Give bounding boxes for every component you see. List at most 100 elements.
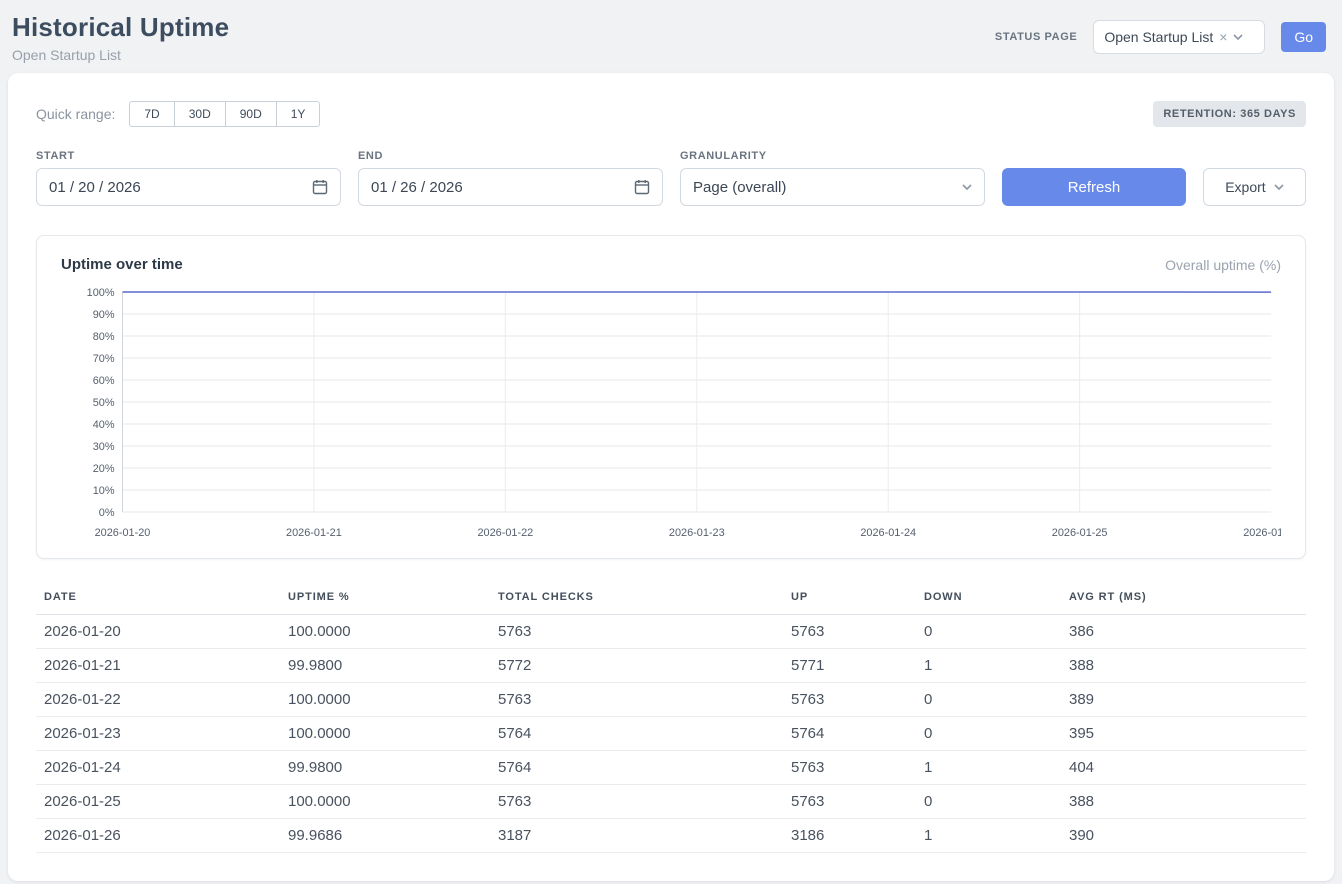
quick-range-1y-button[interactable]: 1Y: [276, 101, 321, 127]
table-cell: 100.0000: [280, 717, 490, 751]
quick-range-wrap: Quick range: 7D30D90D1Y: [36, 101, 320, 127]
granularity-label: GRANULARITY: [680, 150, 985, 162]
quick-range-group: 7D30D90D1Y: [129, 101, 320, 127]
svg-text:2026-01-24: 2026-01-24: [860, 527, 916, 539]
table-cell: 5771: [783, 649, 916, 683]
filter-form-row: START 01 / 20 / 2026 END 01 / 26 / 2026: [36, 150, 1306, 206]
svg-text:100%: 100%: [87, 287, 115, 299]
page-subtitle: Open Startup List: [12, 47, 229, 63]
table-cell: 1: [916, 751, 1061, 785]
column-header: DOWN: [916, 583, 1061, 615]
quick-range-30d-button[interactable]: 30D: [174, 101, 226, 127]
chevron-down-icon: [962, 182, 972, 192]
main-panel: Quick range: 7D30D90D1Y RETENTION: 365 D…: [8, 73, 1334, 881]
table-cell: 5772: [490, 649, 783, 683]
uptime-chart-card: Uptime over time Overall uptime (%) 0%10…: [36, 235, 1306, 559]
table-cell: 0: [916, 615, 1061, 649]
status-page-selected-value: Open Startup List: [1104, 29, 1213, 45]
table-cell: 2026-01-24: [36, 751, 280, 785]
svg-text:10%: 10%: [93, 485, 115, 497]
column-header: AVG RT (MS): [1061, 583, 1306, 615]
granularity-selected-value: Page (overall): [693, 179, 786, 196]
svg-text:20%: 20%: [93, 463, 115, 475]
table-cell: 5763: [783, 751, 916, 785]
table-row: 2026-01-2499.9800576457631404: [36, 751, 1306, 785]
table-cell: 99.9686: [280, 819, 490, 853]
table-cell: 100.0000: [280, 785, 490, 819]
table-row: 2026-01-2199.9800577257711388: [36, 649, 1306, 683]
refresh-button[interactable]: Refresh: [1002, 168, 1186, 206]
table-body: 2026-01-20100.00005763576303862026-01-21…: [36, 615, 1306, 853]
chart-legend: Overall uptime (%): [1165, 257, 1281, 273]
go-button[interactable]: Go: [1281, 22, 1326, 52]
title-block: Historical Uptime Open Startup List: [12, 12, 229, 63]
chevron-down-icon: [1233, 32, 1243, 42]
quick-range-7d-button[interactable]: 7D: [129, 101, 174, 127]
start-date-input[interactable]: 01 / 20 / 2026: [36, 168, 341, 206]
svg-text:90%: 90%: [93, 309, 115, 321]
status-page-label: STATUS PAGE: [995, 31, 1077, 43]
status-page-select[interactable]: Open Startup List ×: [1093, 20, 1265, 54]
svg-text:60%: 60%: [93, 375, 115, 387]
table-cell: 0: [916, 683, 1061, 717]
end-date-value: 01 / 26 / 2026: [371, 179, 463, 196]
end-date-input[interactable]: 01 / 26 / 2026: [358, 168, 663, 206]
table-cell: 3186: [783, 819, 916, 853]
table-cell: 5764: [490, 751, 783, 785]
svg-text:2026-01-25: 2026-01-25: [1052, 527, 1108, 539]
table-row: 2026-01-20100.0000576357630386: [36, 615, 1306, 649]
table-cell: 100.0000: [280, 683, 490, 717]
table-cell: 0: [916, 785, 1061, 819]
svg-text:30%: 30%: [93, 441, 115, 453]
table-cell: 2026-01-22: [36, 683, 280, 717]
svg-text:80%: 80%: [93, 331, 115, 343]
table-cell: 5763: [783, 785, 916, 819]
column-header: TOTAL CHECKS: [490, 583, 783, 615]
table-row: 2026-01-22100.0000576357630389: [36, 683, 1306, 717]
table-cell: 0: [916, 717, 1061, 751]
uptime-table: DATEUPTIME %TOTAL CHECKSUPDOWNAVG RT (MS…: [36, 583, 1306, 853]
table-cell: 5763: [490, 683, 783, 717]
table-cell: 5763: [490, 785, 783, 819]
table-cell: 2026-01-21: [36, 649, 280, 683]
table-cell: 388: [1061, 649, 1306, 683]
table-cell: 388: [1061, 785, 1306, 819]
granularity-select[interactable]: Page (overall): [680, 168, 985, 206]
table-cell: 2026-01-25: [36, 785, 280, 819]
export-button-label: Export: [1225, 179, 1265, 195]
quick-range-90d-button[interactable]: 90D: [225, 101, 277, 127]
start-date-value: 01 / 20 / 2026: [49, 179, 141, 196]
retention-badge: RETENTION: 365 DAYS: [1153, 101, 1306, 127]
table-cell: 5764: [783, 717, 916, 751]
table-row: 2026-01-23100.0000576457640395: [36, 717, 1306, 751]
column-header: UP: [783, 583, 916, 615]
svg-text:2026-01-26: 2026-01-26: [1243, 527, 1281, 539]
end-date-label: END: [358, 150, 663, 162]
export-button[interactable]: Export: [1203, 168, 1306, 206]
table-cell: 2026-01-20: [36, 615, 280, 649]
uptime-line-chart: 0%10%20%30%40%50%60%70%80%90%100%2026-01…: [61, 282, 1281, 544]
calendar-icon[interactable]: [634, 179, 650, 195]
table-cell: 3187: [490, 819, 783, 853]
table-cell: 1: [916, 819, 1061, 853]
calendar-icon[interactable]: [312, 179, 328, 195]
table-cell: 390: [1061, 819, 1306, 853]
page-title: Historical Uptime: [12, 12, 229, 43]
svg-text:2026-01-22: 2026-01-22: [477, 527, 533, 539]
clear-icon[interactable]: ×: [1219, 30, 1227, 44]
column-header: DATE: [36, 583, 280, 615]
table-cell: 100.0000: [280, 615, 490, 649]
table-cell: 1: [916, 649, 1061, 683]
chart-header: Uptime over time Overall uptime (%): [61, 256, 1281, 273]
column-header: UPTIME %: [280, 583, 490, 615]
table-row: 2026-01-2699.9686318731861390: [36, 819, 1306, 853]
quick-range-row: Quick range: 7D30D90D1Y RETENTION: 365 D…: [36, 101, 1306, 127]
header-controls: STATUS PAGE Open Startup List × Go: [995, 20, 1326, 54]
svg-text:2026-01-20: 2026-01-20: [95, 527, 151, 539]
table-cell: 5763: [783, 683, 916, 717]
top-header: Historical Uptime Open Startup List STAT…: [0, 0, 1342, 73]
quick-range-label: Quick range:: [36, 106, 115, 122]
chart-title: Uptime over time: [61, 256, 183, 273]
table-cell: 389: [1061, 683, 1306, 717]
table-cell: 5763: [783, 615, 916, 649]
